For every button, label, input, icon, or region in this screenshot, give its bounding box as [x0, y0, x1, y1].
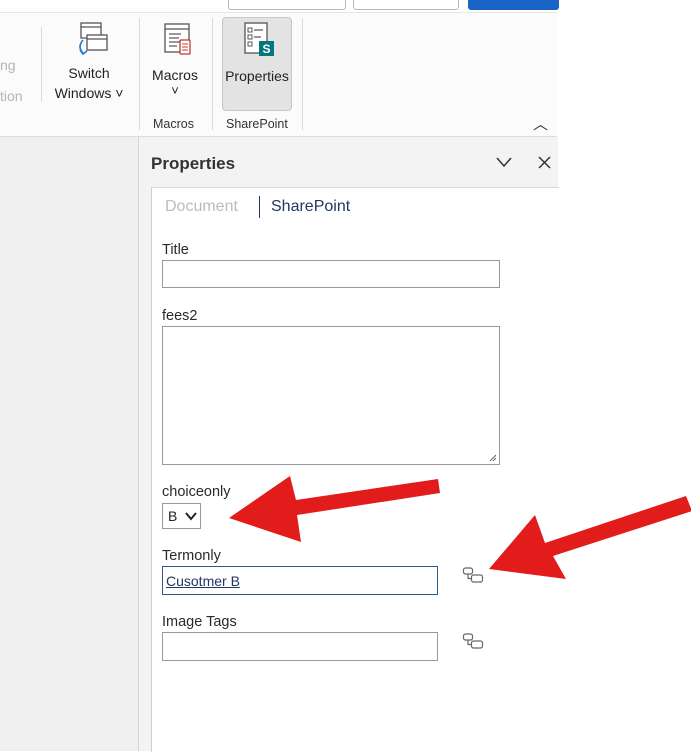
chevron-down-icon [185, 512, 197, 521]
document-area [0, 137, 138, 751]
tab-document[interactable]: Document [165, 198, 238, 216]
sharepoint-group-label: SharePoint [226, 117, 288, 131]
switch-windows-label-2: Windows ˅ [54, 85, 124, 101]
pane-body: Document SharePoint Title fees2 choiceon… [151, 187, 559, 752]
pane-close-icon[interactable] [538, 156, 551, 169]
ribbon-cutoff-label-2: tion [0, 88, 23, 104]
ribbon: ng tion Switch Windows ˅ Macros ˅ S Prop… [0, 0, 559, 137]
managed-metadata-icon[interactable] [462, 566, 484, 584]
managed-metadata-icon[interactable] [462, 632, 484, 650]
macros-icon [164, 23, 191, 55]
image-tags-input[interactable] [162, 632, 438, 661]
ribbon-top-strip [0, 0, 559, 13]
search-box-partial[interactable] [228, 0, 346, 10]
choiceonly-select[interactable]: B [162, 503, 201, 529]
ribbon-separator [302, 18, 303, 130]
resize-grip-icon[interactable] [488, 453, 497, 462]
macros-group-label: Macros [153, 117, 194, 131]
properties-pane: Properties Document SharePoint Title fee… [138, 137, 559, 752]
ribbon-separator [139, 18, 140, 130]
editing-button-partial[interactable] [353, 0, 459, 10]
image-tags-label: Image Tags [162, 614, 237, 630]
termonly-value: Cusotmer B [166, 573, 240, 589]
sharepoint-properties-icon: S [244, 22, 274, 56]
title-label: Title [162, 242, 189, 258]
ribbon-cutoff-label-1: ng [0, 57, 16, 73]
pane-options-chevron-icon[interactable] [496, 156, 512, 168]
ribbon-separator [41, 27, 42, 102]
switch-windows-label-1: Switch [68, 65, 110, 81]
ribbon-separator [212, 18, 213, 130]
fees2-label: fees2 [162, 308, 198, 324]
switch-windows-icon [79, 22, 108, 56]
share-button-partial[interactable] [468, 0, 559, 10]
svg-text:S: S [262, 42, 270, 56]
fees2-textarea[interactable] [162, 326, 500, 465]
properties-button[interactable]: S Properties [222, 17, 292, 111]
macros-button[interactable]: Macros ˅ [145, 20, 205, 106]
pane-title: Properties [151, 154, 236, 173]
tab-divider [259, 196, 260, 218]
properties-label: Properties [225, 68, 289, 84]
title-input[interactable] [162, 260, 500, 288]
collapse-ribbon-icon[interactable]: ︿ [533, 113, 548, 134]
termonly-input[interactable]: Cusotmer B [162, 566, 438, 595]
macros-chevron-icon: ˅ [171, 83, 179, 98]
tab-sharepoint[interactable]: SharePoint [271, 198, 350, 216]
switch-windows-button[interactable]: Switch Windows ˅ [48, 20, 130, 106]
choiceonly-label: choiceonly [162, 484, 231, 500]
macros-label: Macros [152, 67, 198, 83]
termonly-label: Termonly [162, 548, 221, 564]
choiceonly-value: B [168, 508, 178, 524]
